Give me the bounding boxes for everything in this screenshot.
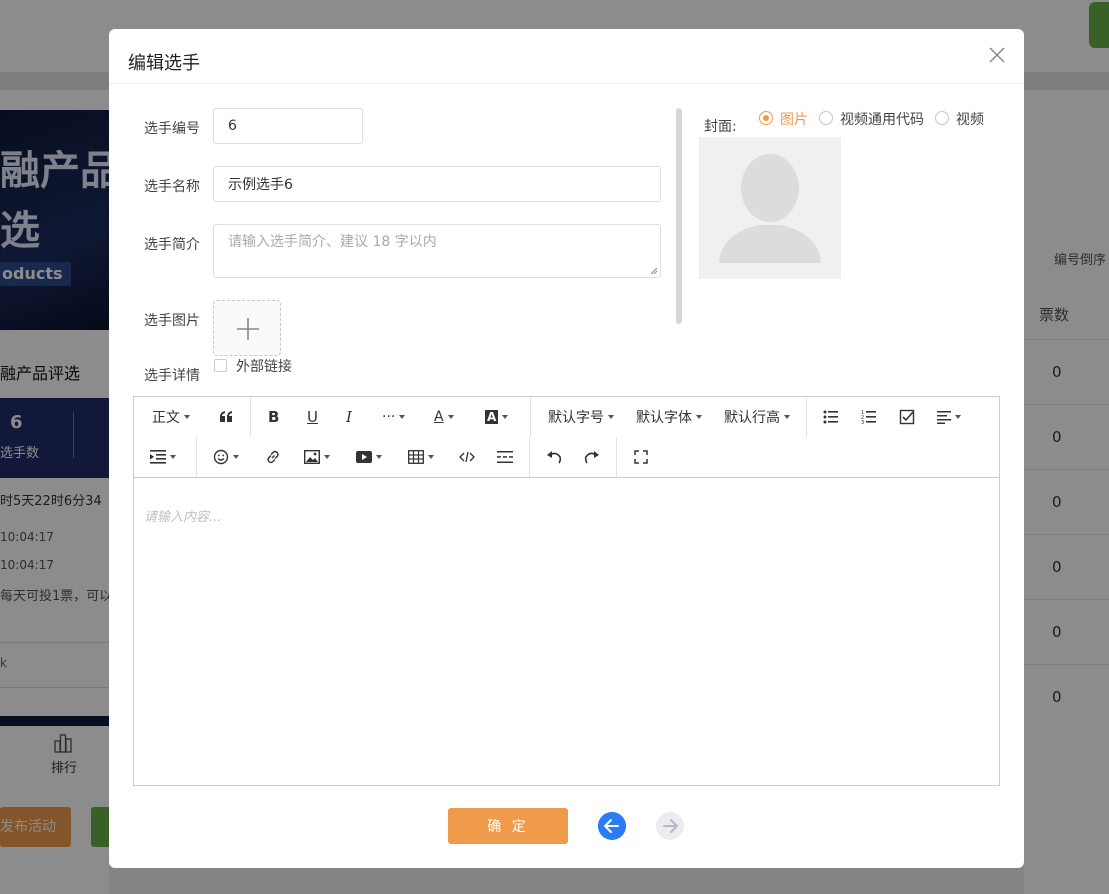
toolbar-divider	[250, 397, 251, 437]
chevron-down-icon	[784, 415, 790, 419]
paragraph-dropdown[interactable]: 正文	[152, 406, 190, 428]
external-link-label[interactable]: 外部链接	[236, 356, 292, 376]
toolbar-divider	[196, 437, 197, 477]
divider-line-icon[interactable]	[497, 446, 513, 468]
avatar-placeholder-icon[interactable]	[699, 137, 841, 279]
chevron-down-icon	[428, 455, 434, 459]
resize-handle-icon[interactable]	[650, 267, 658, 275]
more-label: ···	[382, 409, 396, 425]
video-dropdown[interactable]	[356, 446, 382, 468]
todo-checkbox-icon[interactable]	[899, 406, 915, 428]
font-size-dropdown[interactable]: 默认字号	[548, 406, 614, 428]
cover-video-code-radio[interactable]	[819, 111, 833, 125]
editor-content-area[interactable]: 请输入内容...	[134, 478, 999, 785]
chevron-down-icon	[696, 415, 702, 419]
italic-icon[interactable]: I	[346, 406, 352, 428]
paragraph-label: 正文	[152, 410, 180, 426]
bg-color-icon: A	[485, 410, 499, 424]
plus-icon	[237, 318, 259, 340]
cover-video-label[interactable]: 视频	[956, 109, 984, 129]
quote-icon[interactable]	[219, 406, 233, 428]
chevron-down-icon	[324, 455, 330, 459]
name-input[interactable]: 示例选手6	[213, 166, 661, 202]
external-link-checkbox[interactable]	[214, 359, 227, 372]
numbered-list-icon[interactable]: 123	[861, 406, 877, 428]
font-size-label: 默认字号	[548, 410, 604, 426]
toolbar-divider	[530, 397, 531, 437]
code-icon[interactable]	[459, 446, 475, 468]
more-format-dropdown[interactable]: ···	[382, 406, 406, 428]
cover-video-code-label[interactable]: 视频通用代码	[840, 109, 924, 129]
bold-icon[interactable]: B	[268, 406, 279, 428]
form-scrollbar[interactable]	[676, 108, 682, 324]
redo-icon[interactable]	[584, 446, 600, 468]
image-icon	[304, 450, 320, 464]
intro-textarea[interactable]: 请输入选手简介、建议 18 字以内	[213, 224, 661, 278]
underline-icon[interactable]: U	[307, 406, 318, 428]
edit-contestant-dialog: 编辑选手 选手编号 6 选手名称 示例选手6 选手简介 请输入选手简介、建议 1…	[109, 29, 1024, 868]
cover-image-label[interactable]: 图片	[780, 109, 808, 129]
indent-dropdown[interactable]	[150, 446, 176, 468]
chevron-down-icon	[233, 455, 239, 459]
table-icon	[408, 450, 424, 464]
line-height-label: 默认行高	[724, 410, 780, 426]
dialog-header: 编辑选手	[109, 29, 1024, 84]
number-input[interactable]: 6	[213, 108, 363, 144]
chevron-down-icon	[399, 415, 406, 419]
svg-text:3: 3	[861, 420, 864, 425]
chevron-down-icon	[447, 415, 454, 419]
chevron-down-icon	[608, 415, 614, 419]
dialog-title: 编辑选手	[128, 53, 200, 74]
number-label: 选手编号	[144, 121, 200, 137]
fullscreen-icon[interactable]	[634, 446, 648, 468]
intro-label: 选手简介	[144, 237, 200, 253]
emoji-icon	[213, 449, 229, 465]
toolbar-divider	[806, 397, 807, 437]
detail-label: 选手详情	[144, 368, 200, 384]
arrow-right-icon[interactable]	[656, 812, 684, 840]
intro-placeholder: 请输入选手简介、建议 18 字以内	[228, 234, 437, 250]
rich-text-editor: 正文 B U I ··· A A 默认字号 默认字体 默认行高 123 请输入内…	[133, 396, 1000, 786]
indent-icon	[150, 450, 166, 464]
cover-label: 封面:	[704, 119, 737, 135]
image-dropdown[interactable]	[304, 446, 330, 468]
image-upload-button[interactable]	[213, 300, 281, 356]
bullet-list-icon[interactable]	[823, 406, 839, 428]
undo-icon[interactable]	[546, 446, 562, 468]
line-height-dropdown[interactable]: 默认行高	[724, 406, 790, 428]
video-icon	[356, 451, 372, 463]
font-family-label: 默认字体	[636, 410, 692, 426]
bg-color-dropdown[interactable]: A	[485, 406, 509, 428]
font-color-dropdown[interactable]: A	[434, 406, 454, 428]
chevron-down-icon	[955, 415, 961, 419]
align-dropdown[interactable]	[937, 406, 961, 428]
align-left-icon	[937, 411, 951, 424]
toolbar-divider	[529, 437, 530, 477]
emoji-dropdown[interactable]	[213, 446, 239, 468]
confirm-button[interactable]: 确 定	[448, 808, 568, 844]
editor-toolbar: 正文 B U I ··· A A 默认字号 默认字体 默认行高 123	[134, 397, 999, 478]
chevron-down-icon	[376, 455, 382, 459]
image-label: 选手图片	[144, 313, 200, 329]
table-dropdown[interactable]	[408, 446, 434, 468]
font-color-icon: A	[434, 409, 444, 425]
name-label: 选手名称	[144, 179, 200, 195]
cover-video-radio[interactable]	[935, 111, 949, 125]
arrow-left-icon[interactable]	[598, 812, 626, 840]
cover-image-radio[interactable]	[759, 111, 773, 125]
link-icon[interactable]	[265, 446, 281, 468]
font-family-dropdown[interactable]: 默认字体	[636, 406, 702, 428]
editor-placeholder: 请输入内容...	[144, 510, 222, 525]
chevron-down-icon	[502, 415, 509, 419]
toolbar-divider	[616, 437, 617, 477]
close-icon[interactable]	[988, 46, 1006, 64]
chevron-down-icon	[170, 455, 176, 459]
chevron-down-icon	[184, 415, 190, 419]
